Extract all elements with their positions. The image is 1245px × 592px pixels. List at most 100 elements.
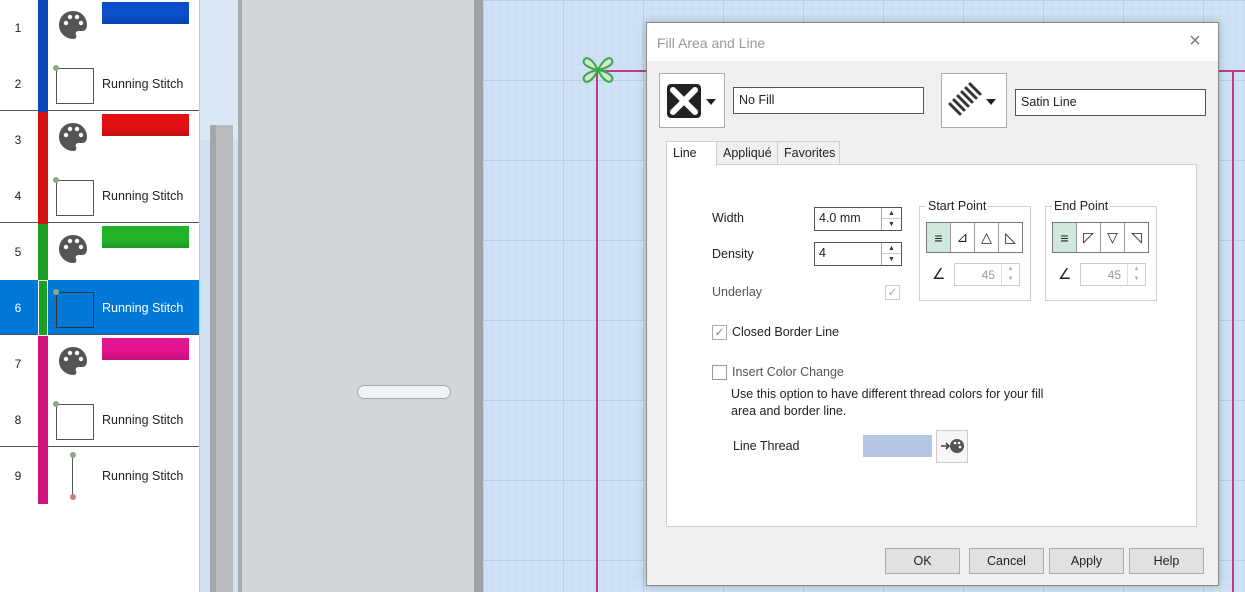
- hoop-slot: [357, 385, 451, 399]
- down-arrow-icon[interactable]: ▼: [1128, 274, 1145, 284]
- end-point-title: End Point: [1052, 199, 1111, 213]
- up-arrow-icon[interactable]: ▲: [882, 208, 901, 219]
- fill-type-button[interactable]: [659, 73, 725, 128]
- thread-color-swatch: [38, 56, 48, 112]
- sequence-row[interactable]: 5: [0, 224, 199, 280]
- hoop-plate: [238, 0, 474, 592]
- start-right-angle-icon[interactable]: ◺: [999, 223, 1022, 252]
- start-dot: [53, 177, 59, 183]
- sequence-number: 8: [14, 413, 22, 427]
- outline-thumbnail: [56, 68, 94, 104]
- up-arrow-icon[interactable]: ▲: [1128, 264, 1145, 274]
- stitch-label: Running Stitch: [102, 189, 184, 203]
- sequence-row[interactable]: 6 Running Stitch: [0, 280, 199, 336]
- color-bar: [102, 226, 189, 248]
- hoop-edge: [474, 0, 483, 592]
- thread-color-swatch: [38, 448, 48, 504]
- sequence-row[interactable]: 9 Running Stitch: [0, 448, 199, 504]
- width-label: Width: [712, 211, 744, 225]
- start-dot: [70, 452, 76, 458]
- stitch-label: Running Stitch: [102, 413, 184, 427]
- help-button[interactable]: Help: [1129, 548, 1204, 574]
- down-arrow-icon[interactable]: ▼: [882, 254, 901, 265]
- end-right-angle-icon[interactable]: ◹: [1125, 223, 1148, 252]
- sequence-panel: 1 2 Running Stitch 3 4 Running Stitch 5 6 Runnin…: [0, 0, 200, 592]
- start-dot: [53, 289, 59, 295]
- up-arrow-icon[interactable]: ▲: [882, 243, 901, 254]
- start-angle-spinner[interactable]: 45 ▲ ▼: [954, 263, 1020, 286]
- line-type-field[interactable]: Satin Line: [1015, 89, 1206, 116]
- color-bar: [102, 2, 189, 24]
- sequence-number: 6: [14, 301, 22, 315]
- insert-color-label: Insert Color Change: [732, 365, 844, 379]
- up-arrow-icon[interactable]: ▲: [1002, 264, 1019, 274]
- start-dot: [53, 401, 59, 407]
- end-angle-value: 45: [1107, 268, 1121, 282]
- density-value: 4: [819, 246, 826, 260]
- start-dot: [53, 65, 59, 71]
- palette-icon: [59, 235, 87, 263]
- stitch-label: Running Stitch: [102, 469, 184, 483]
- sequence-number: 7: [14, 357, 22, 371]
- sequence-row[interactable]: 4 Running Stitch: [0, 168, 199, 224]
- tab-applique[interactable]: Appliqué: [716, 141, 778, 165]
- end-angle-spinner[interactable]: 45 ▲ ▼: [1080, 263, 1146, 286]
- thread-color-swatch: [38, 224, 48, 280]
- underlay-checkbox[interactable]: ✓: [885, 285, 900, 300]
- thread-color-swatch: [38, 0, 48, 56]
- tab-favorites[interactable]: Favorites: [777, 141, 840, 165]
- end-left-angle-icon[interactable]: ◸: [1077, 223, 1101, 252]
- end-point-group: End Point ≡ ◸ ▽ ◹ ∠ 45 ▲ ▼: [1045, 199, 1157, 301]
- thread-color-swatch: [38, 168, 48, 224]
- line-thumbnail: [72, 455, 73, 495]
- end-point-options: ≡ ◸ ▽ ◹: [1052, 222, 1149, 253]
- sequence-number: 4: [14, 189, 22, 203]
- sequence-row[interactable]: 3: [0, 112, 199, 168]
- end-square-icon[interactable]: ≡: [1053, 223, 1077, 252]
- sequence-row[interactable]: 7: [0, 336, 199, 392]
- start-square-icon[interactable]: ≡: [927, 223, 951, 252]
- hoop-frame: [210, 125, 233, 592]
- cancel-button[interactable]: Cancel: [969, 548, 1044, 574]
- sequence-number: 5: [14, 245, 22, 259]
- fill-area-line-dialog: Fill Area and Line × No Fill Satin Line …: [646, 22, 1219, 586]
- start-point-icon[interactable]: △: [975, 223, 999, 252]
- line-type-button[interactable]: [941, 73, 1007, 128]
- thread-color-swatch: [38, 392, 48, 448]
- apply-button[interactable]: Apply: [1049, 548, 1124, 574]
- thread-picker-button[interactable]: [936, 430, 968, 463]
- sequence-number: 9: [14, 469, 22, 483]
- end-dot: [70, 494, 76, 500]
- sequence-row[interactable]: 1: [0, 0, 199, 56]
- thread-color-swatch: [38, 336, 48, 392]
- width-spinner[interactable]: 4.0 mm ▲ ▼: [814, 207, 902, 231]
- close-icon[interactable]: ×: [1186, 31, 1204, 51]
- closed-border-checkbox[interactable]: ✓: [712, 325, 727, 340]
- ok-button[interactable]: OK: [885, 548, 960, 574]
- start-angle-value: 45: [981, 268, 995, 282]
- closed-border-label: Closed Border Line: [732, 325, 840, 339]
- thread-color-swatch: [38, 112, 48, 168]
- sequence-number: 3: [14, 133, 22, 147]
- insert-color-checkbox[interactable]: [712, 365, 727, 380]
- outline-thumbnail: [56, 404, 94, 440]
- palette-icon: [59, 347, 87, 375]
- sequence-row[interactable]: 8 Running Stitch: [0, 392, 199, 448]
- palette-icon: [59, 11, 87, 39]
- underlay-label: Underlay: [712, 285, 763, 299]
- density-label: Density: [712, 247, 754, 261]
- outline-thumbnail: [56, 180, 94, 216]
- angle-icon: ∠: [1058, 266, 1072, 283]
- rotate-handle-icon[interactable]: [578, 50, 618, 90]
- down-arrow-icon[interactable]: ▼: [882, 219, 901, 230]
- sequence-row[interactable]: 2 Running Stitch: [0, 56, 199, 112]
- thread-color-swatch: [38, 280, 48, 336]
- down-arrow-icon[interactable]: ▼: [1002, 274, 1019, 284]
- end-point-icon[interactable]: ▽: [1101, 223, 1125, 252]
- density-spinner[interactable]: 4 ▲ ▼: [814, 242, 902, 266]
- start-left-angle-icon[interactable]: ⊿: [951, 223, 975, 252]
- tab-line[interactable]: Line: [666, 141, 717, 166]
- fill-type-field[interactable]: No Fill: [733, 87, 924, 114]
- color-bar: [102, 114, 189, 136]
- line-thread-swatch[interactable]: [863, 435, 932, 457]
